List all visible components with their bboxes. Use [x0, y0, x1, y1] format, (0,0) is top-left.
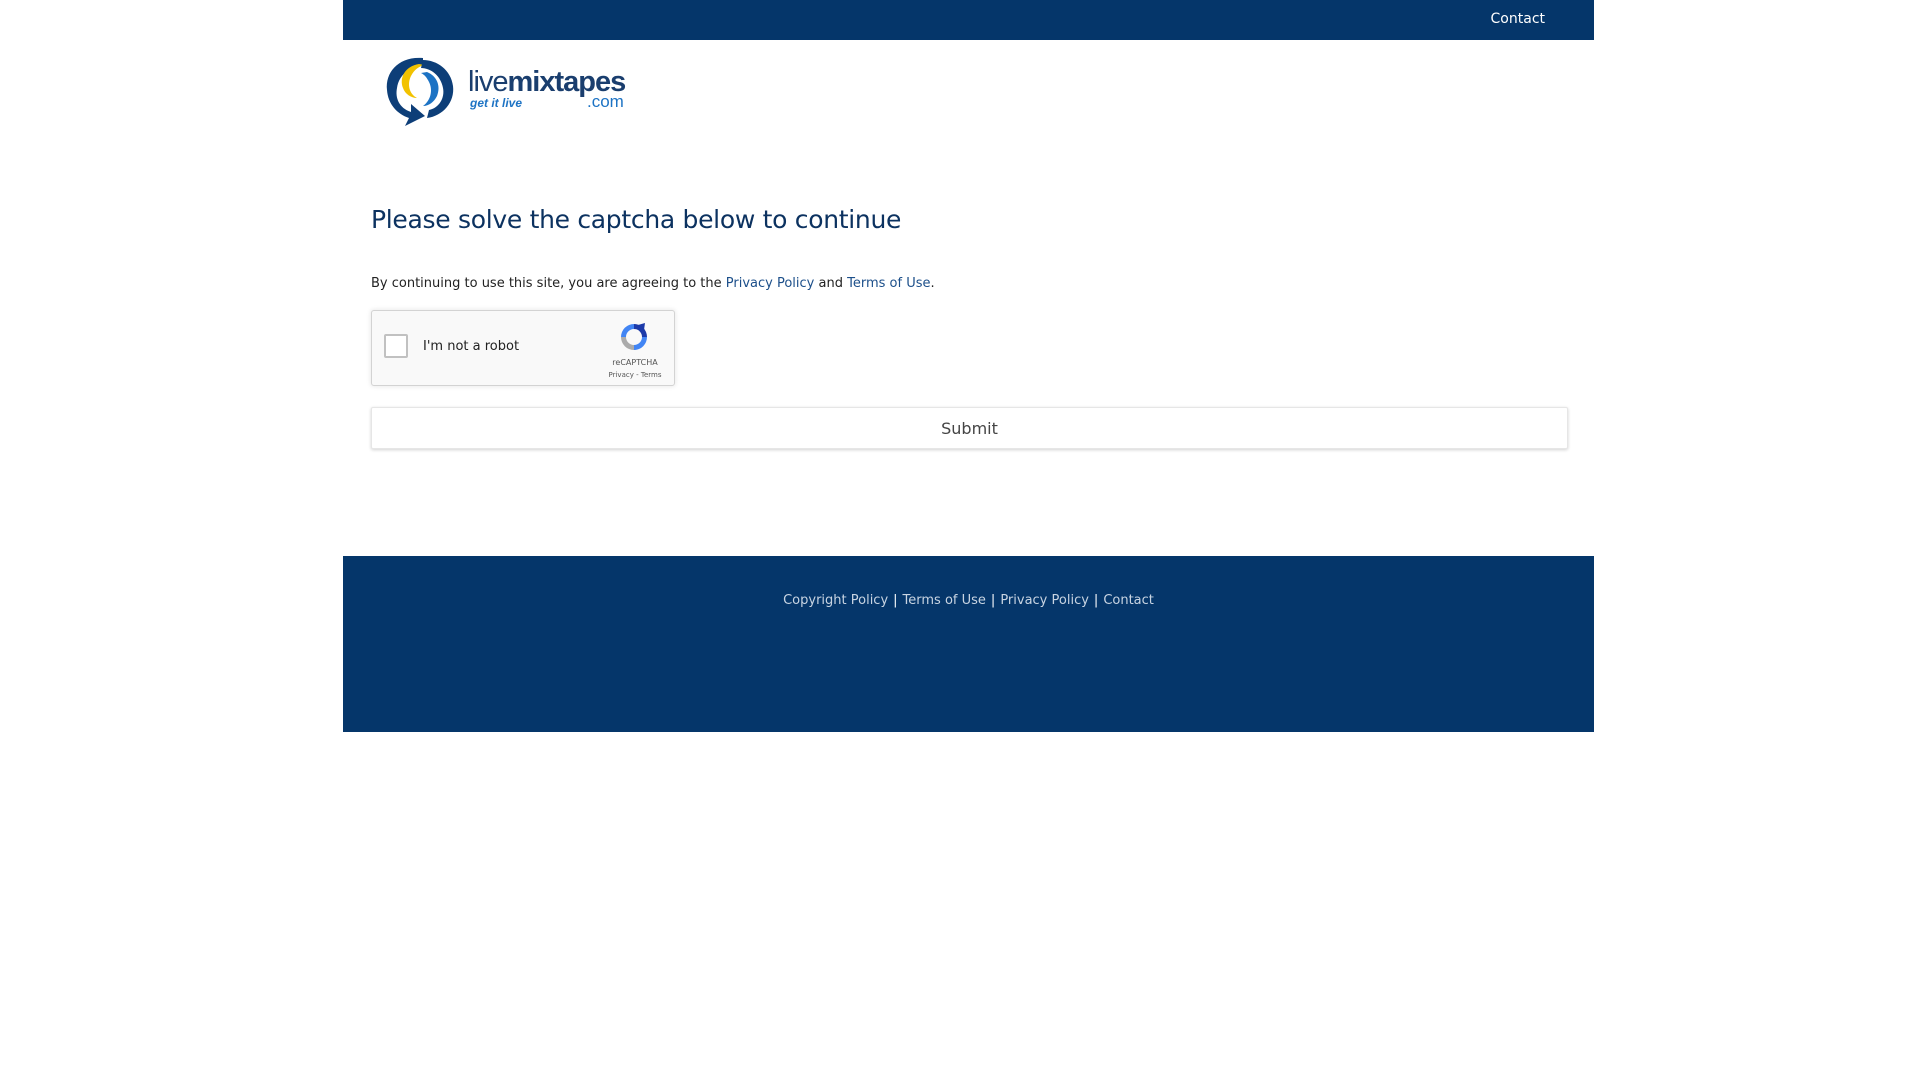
site-logo[interactable]: livemixtapes get it live .com	[379, 54, 639, 128]
notice-and: and	[818, 276, 843, 291]
recaptcha-checkbox[interactable]	[384, 334, 408, 358]
notice-terms-link[interactable]: Terms of Use	[847, 276, 930, 291]
notice-suffix: .	[930, 276, 935, 291]
notice-prefix: By continuing to use this site, you are …	[371, 276, 722, 291]
notice-privacy-link[interactable]: Privacy Policy	[726, 276, 815, 291]
recaptcha-icon	[621, 323, 647, 350]
footer-link-terms-of-use[interactable]: Terms of Use	[903, 593, 986, 608]
recaptcha-widget: I'm not a robot reCAPTCHA Privacy - Term…	[371, 310, 675, 386]
footer-links: Copyright Policy | Terms of Use | Privacy Po…	[343, 593, 1594, 608]
header-contact-link[interactable]: Contact	[1491, 11, 1545, 27]
recaptcha-links: Privacy - Terms	[604, 371, 666, 379]
logo-wordmark-light: live	[468, 66, 509, 98]
recaptcha-links-separator: -	[633, 371, 641, 379]
livemixtapes-swirl-logo-icon	[386, 57, 454, 126]
footer: Copyright Policy | Terms of Use | Privacy Po…	[343, 556, 1594, 732]
footer-link-contact[interactable]: Contact	[1103, 593, 1154, 608]
recaptcha-terms-link[interactable]: Terms	[641, 371, 662, 379]
logo-tagline: get it live	[470, 96, 523, 110]
footer-link-privacy-policy[interactable]: Privacy Policy	[1000, 593, 1089, 608]
footer-link-copyright-policy[interactable]: Copyright Policy	[783, 593, 888, 608]
submit-button[interactable]: Submit	[371, 407, 1568, 449]
page: Contact livemixtapes get it live .com Pl…	[343, 0, 1594, 732]
top-nav-bar: Contact	[343, 0, 1594, 40]
logo-dotcom: .com	[587, 92, 624, 111]
captcha-content: Please solve the captcha below to contin…	[371, 205, 1568, 449]
recaptcha-label: I'm not a robot	[423, 339, 520, 354]
recaptcha-brand: reCAPTCHA	[612, 358, 658, 367]
recaptcha-privacy-link[interactable]: Privacy	[609, 371, 634, 379]
terms-notice: By continuing to use this site, you are …	[371, 276, 935, 291]
footer-separator: |	[893, 593, 898, 608]
footer-separator: |	[990, 593, 996, 608]
footer-separator: |	[1093, 593, 1099, 608]
page-title: Please solve the captcha below to contin…	[371, 205, 902, 234]
